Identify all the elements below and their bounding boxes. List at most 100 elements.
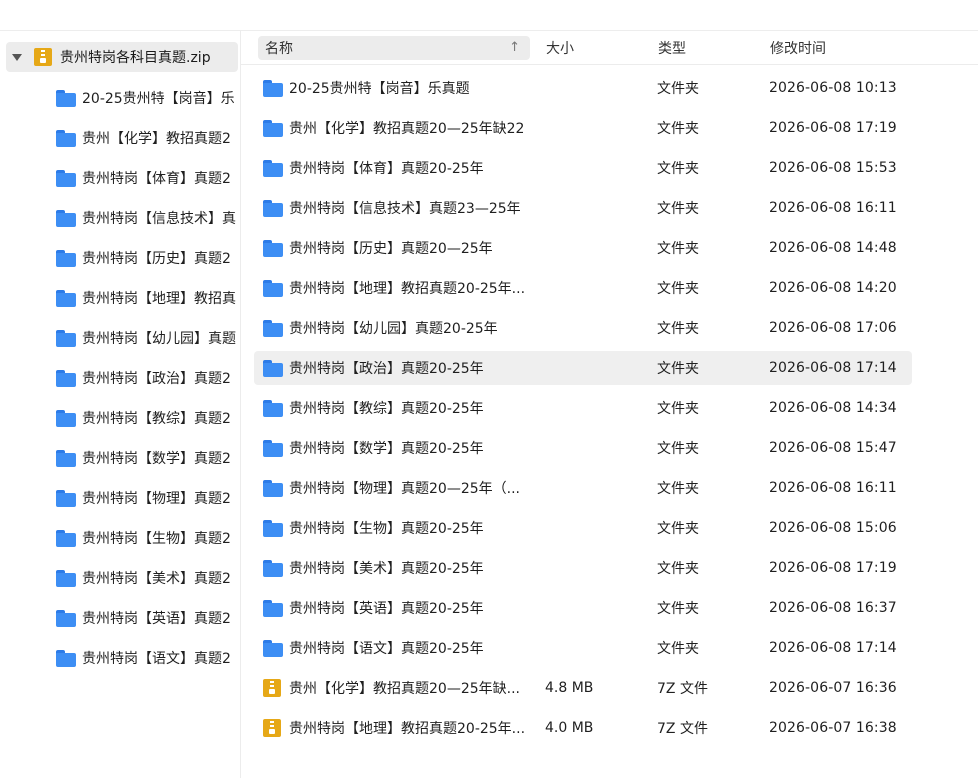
file-name: 贵州特岗【语文】真题20-25年 [289,641,484,657]
tree-item[interactable]: 贵州特岗【语文】真题2 [56,646,231,670]
tree-item[interactable]: 贵州特岗【历史】真题2 [56,246,231,270]
file-icon-cell [263,151,283,185]
folder-icon [263,239,283,257]
tree-item[interactable]: 贵州特岗【生物】真题2 [56,526,231,550]
file-icon-cell [263,311,283,345]
file-name: 贵州特岗【生物】真题20-25年 [289,521,484,537]
tree-item[interactable]: 20-25贵州特【岗音】乐 [56,86,235,110]
folder-icon [263,559,283,577]
file-row[interactable]: 贵州【化学】教招真题20—25年缺22 文件夹 2026-06-08 17:19 [254,111,912,145]
tree-item[interactable]: 贵州特岗【体育】真题2 [56,166,231,190]
file-icon-cell [263,191,283,225]
tree-item[interactable]: 贵州特岗【政治】真题2 [56,366,231,390]
file-row[interactable]: 贵州特岗【地理】教招真题20-25年... 4.0 MB 7Z 文件 2026-06-… [254,711,912,745]
file-icon-cell [263,511,283,545]
file-name: 贵州特岗【美术】真题20-25年 [289,561,484,577]
tree-item-label: 贵州特岗【数学】真题2 [82,451,231,467]
file-icon-cell [263,231,283,265]
tree-item-label: 贵州特岗【美术】真题2 [82,571,231,587]
tree-item[interactable]: 贵州特岗【信息技术】真 [56,206,236,230]
tree-item[interactable]: 贵州【化学】教招真题2 [56,126,231,150]
file-name: 贵州特岗【地理】教招真题20-25年... [289,281,526,297]
folder-icon [56,609,76,627]
file-name: 贵州特岗【英语】真题20-25年 [289,601,484,617]
column-header-size[interactable]: 大小 [546,36,574,60]
folder-icon [56,209,76,227]
file-name: 贵州特岗【地理】教招真题20-25年... [289,721,526,737]
zip-archive-icon [263,719,281,737]
file-type: 文件夹 [657,601,699,617]
file-row[interactable]: 贵州特岗【信息技术】真题23—25年 文件夹 2026-06-08 16:11 [254,191,912,225]
file-name: 贵州【化学】教招真题20—25年缺22 [289,121,525,137]
tree-item[interactable]: 贵州特岗【教综】真题2 [56,406,231,430]
file-icon-cell [263,591,283,625]
tree-item-label: 贵州特岗【英语】真题2 [82,611,231,627]
file-row[interactable]: 贵州特岗【语文】真题20-25年 文件夹 2026-06-08 17:14 [254,631,912,665]
folder-icon [263,479,283,497]
file-row[interactable]: 贵州特岗【政治】真题20-25年 文件夹 2026-06-08 17:14 [254,351,912,385]
tree-item-label: 贵州特岗【语文】真题2 [82,651,231,667]
file-row[interactable]: 贵州特岗【体育】真题20-25年 文件夹 2026-06-08 15:53 [254,151,912,185]
file-size: 4.0 MB [545,720,594,736]
tree-item[interactable]: 贵州特岗【幼儿园】真题 [56,326,236,350]
tree-item[interactable]: 贵州特岗【数学】真题2 [56,446,231,470]
file-name: 贵州特岗【历史】真题20—25年 [289,241,493,257]
tree-root-archive[interactable]: 贵州特岗各科目真题.zip [6,42,238,72]
folder-icon [263,519,283,537]
file-icon-cell [263,111,283,145]
folder-icon [263,159,283,177]
header-divider [241,64,978,65]
file-row[interactable]: 贵州特岗【地理】教招真题20-25年... 文件夹 2026-06-08 14:20 [254,271,912,305]
column-header-name[interactable]: 名称 ↑ [258,36,530,60]
file-row[interactable]: 20-25贵州特【岗音】乐真题 文件夹 2026-06-08 10:13 [254,71,912,105]
file-row[interactable]: 贵州特岗【幼儿园】真题20-25年 文件夹 2026-06-08 17:06 [254,311,912,345]
file-size: 4.8 MB [545,680,594,696]
column-header-modified[interactable]: 修改时间 [770,36,826,60]
file-modified: 2026-06-08 15:06 [769,520,897,536]
zip-archive-icon [263,679,281,697]
file-row[interactable]: 贵州【化学】教招真题20—25年缺... 4.8 MB 7Z 文件 2026-06-0… [254,671,912,705]
tree-item-label: 贵州特岗【物理】真题2 [82,491,231,507]
file-row[interactable]: 贵州特岗【英语】真题20-25年 文件夹 2026-06-08 16:37 [254,591,912,625]
file-row[interactable]: 贵州特岗【物理】真题20—25年（... 文件夹 2026-06-08 16:11 [254,471,912,505]
file-type: 文件夹 [657,641,699,657]
tree-item[interactable]: 贵州特岗【物理】真题2 [56,486,231,510]
tree-item-label: 贵州【化学】教招真题2 [82,131,231,147]
file-row[interactable]: 贵州特岗【生物】真题20-25年 文件夹 2026-06-08 15:06 [254,511,912,545]
column-header-type[interactable]: 类型 [658,36,686,60]
tree-item[interactable]: 贵州特岗【英语】真题2 [56,606,231,630]
folder-icon [56,449,76,467]
file-type: 文件夹 [657,401,699,417]
folder-icon [263,319,283,337]
expand-triangle-icon[interactable] [12,53,22,61]
folder-icon [56,409,76,427]
file-row[interactable]: 贵州特岗【美术】真题20-25年 文件夹 2026-06-08 17:19 [254,551,912,585]
folder-icon [56,289,76,307]
tree-item[interactable]: 贵州特岗【地理】教招真 [56,286,236,310]
folder-icon [263,439,283,457]
folder-icon [263,639,283,657]
file-row[interactable]: 贵州特岗【历史】真题20—25年 文件夹 2026-06-08 14:48 [254,231,912,265]
sort-ascending-icon: ↑ [509,40,520,55]
folder-icon [56,489,76,507]
folder-icon [56,569,76,587]
tree-item-label: 贵州特岗【地理】教招真 [82,291,236,307]
tree-item[interactable]: 贵州特岗【美术】真题2 [56,566,231,590]
file-modified: 2026-06-08 14:34 [769,400,897,416]
file-name: 贵州特岗【数学】真题20-25年 [289,441,484,457]
file-icon-cell [263,71,283,105]
file-modified: 2026-06-08 15:47 [769,440,897,456]
file-row[interactable]: 贵州特岗【教综】真题20-25年 文件夹 2026-06-08 14:34 [254,391,912,425]
file-name: 贵州特岗【教综】真题20-25年 [289,401,484,417]
file-type: 文件夹 [657,521,699,537]
tree-item-label: 贵州特岗【历史】真题2 [82,251,231,267]
file-icon-cell [263,711,283,745]
file-row[interactable]: 贵州特岗【数学】真题20-25年 文件夹 2026-06-08 15:47 [254,431,912,465]
file-type: 文件夹 [657,361,699,377]
tree-item-label: 贵州特岗【信息技术】真 [82,211,236,227]
file-modified: 2026-06-08 17:14 [769,640,897,656]
file-name: 贵州特岗【信息技术】真题23—25年 [289,201,521,217]
file-modified: 2026-06-07 16:38 [769,720,897,736]
file-type: 文件夹 [657,281,699,297]
file-icon-cell [263,671,283,705]
